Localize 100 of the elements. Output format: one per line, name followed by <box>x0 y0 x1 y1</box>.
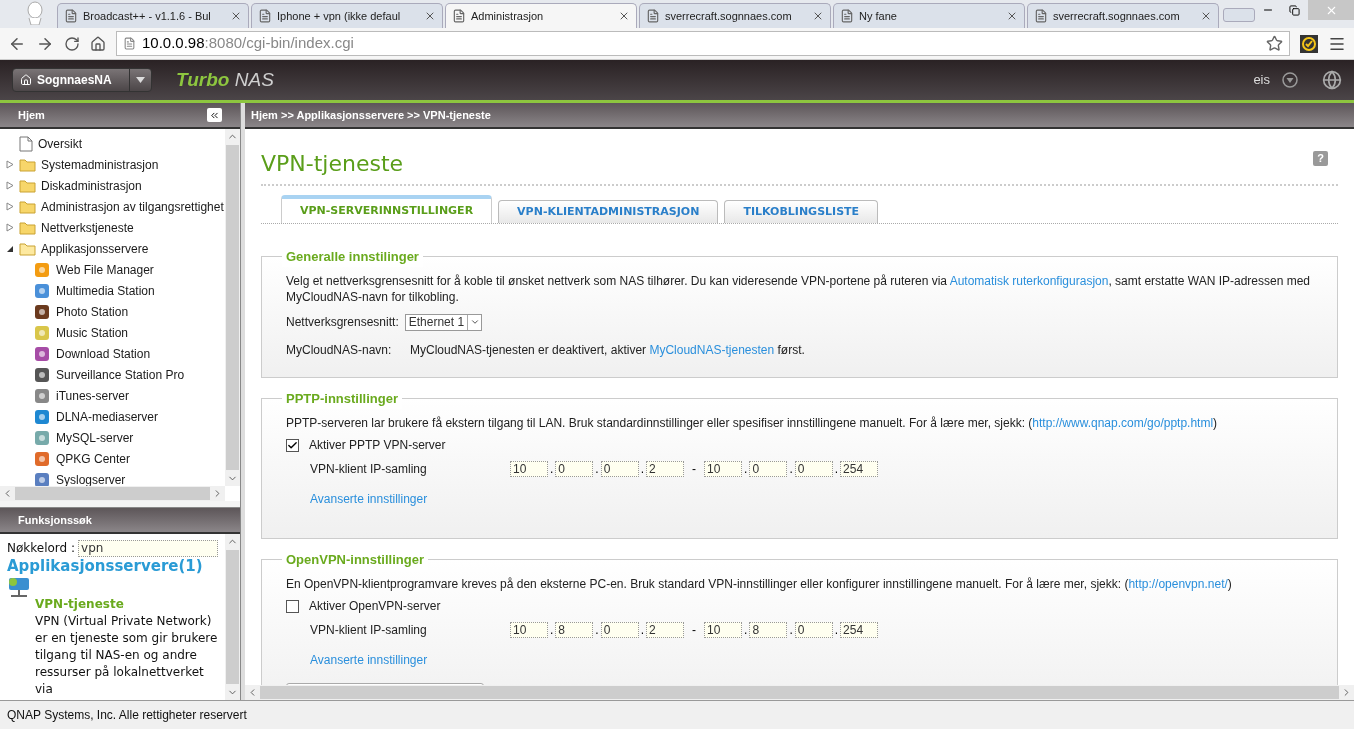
app-icon <box>34 450 50 467</box>
bookmark-star-icon[interactable] <box>1266 35 1283 52</box>
ip-octet-field[interactable]: 254 <box>840 461 879 477</box>
close-icon[interactable] <box>1006 10 1018 22</box>
keyword-field[interactable]: vpn <box>78 539 218 557</box>
app-icon <box>34 429 50 446</box>
dot-separator: . <box>789 622 793 639</box>
reload-icon[interactable] <box>64 35 80 52</box>
page-title: VPN-tjeneste <box>261 150 405 178</box>
restore-icon <box>1289 4 1300 16</box>
tree-item[interactable]: Applikasjonsservere <box>41 239 149 258</box>
close-icon[interactable] <box>230 10 242 22</box>
range-dash: - <box>692 622 697 639</box>
dropdown-circle-icon[interactable] <box>1282 72 1298 88</box>
expanded-arrow-icon[interactable] <box>6 244 14 253</box>
tree-item[interactable]: Oversikt <box>38 134 82 153</box>
app-icon <box>34 261 50 278</box>
browser-tab[interactable]: Broadcast++ - v1.1.6 - Bul <box>57 3 249 28</box>
ip-octet-field[interactable]: 254 <box>840 622 879 638</box>
tree-item[interactable]: Download Station <box>56 344 151 363</box>
app-icon <box>34 387 50 404</box>
browser-tab[interactable]: Ny fane <box>833 3 1025 28</box>
dot-separator: . <box>640 622 645 639</box>
caret-icon <box>136 77 145 83</box>
ip-octet-field[interactable]: 0 <box>794 461 833 477</box>
ip-octet-field[interactable]: 10 <box>704 461 743 477</box>
extension-icon[interactable] <box>1300 34 1318 53</box>
help-link[interactable]: http://www.qnap.com/go/pptp.html <box>1032 416 1214 430</box>
collapsed-arrow-icon[interactable] <box>6 202 14 211</box>
ip-octet-field[interactable]: 0 <box>600 622 639 638</box>
close-icon[interactable] <box>618 10 630 22</box>
browser-tab[interactable]: sverrecraft.sognnaes.com <box>639 3 831 28</box>
dot-separator: . <box>640 461 645 478</box>
ip-octet-field[interactable]: 10 <box>510 461 548 477</box>
checkbox-label: Aktiver OpenVPN-server <box>309 598 441 615</box>
browser-tab[interactable]: Iphone + vpn (ikke defaul <box>251 3 443 28</box>
ip-octet-field[interactable]: 8 <box>749 622 788 638</box>
help-link[interactable]: http://openvpn.net/ <box>1128 577 1228 591</box>
settings-tab[interactable]: TILKOBLINGSLISTE <box>724 200 879 223</box>
page-icon <box>123 37 136 50</box>
page-icon <box>19 135 33 152</box>
tab-title: Ny fane <box>859 8 897 24</box>
close-icon[interactable] <box>424 10 436 22</box>
tree-item[interactable]: Systemadministrasjon <box>41 155 159 174</box>
ip-octet-field[interactable]: 0 <box>555 461 594 477</box>
close-icon[interactable] <box>1200 10 1212 22</box>
browser-tab[interactable]: Administrasjon <box>445 3 637 28</box>
tree-item[interactable]: iTunes-server <box>56 386 129 405</box>
ip-octet-field[interactable]: 0 <box>600 461 639 477</box>
ip-octet-field[interactable]: 10 <box>704 622 743 638</box>
tree-item[interactable]: DLNA-mediaserver <box>56 407 159 426</box>
app-icon <box>34 282 50 299</box>
tree-item[interactable]: Syslogserver <box>56 470 126 486</box>
footer-copyright: QNAP Systems, Inc. Alle rettigheter reservert <box>7 707 247 724</box>
app-icon <box>34 408 50 425</box>
settings-tab[interactable]: VPN-KLIENTADMINISTRASJON <box>498 200 719 223</box>
cloud-status-text: MyCloudNAS-tjenesten er deaktivert, aktiver MyCloudNAS-tjenesten først. <box>410 342 805 359</box>
url-text: 10.0.0.98:8080/cgi-bin/index.cgi <box>142 33 354 54</box>
close-icon[interactable] <box>812 10 824 22</box>
dot-separator: . <box>744 622 748 639</box>
scrollbar[interactable] <box>225 129 240 486</box>
tree-item[interactable]: QPKG Center <box>56 449 131 468</box>
tree-item[interactable]: Multimedia Station <box>56 281 155 300</box>
ip-octet-field[interactable]: 0 <box>794 622 833 638</box>
scrollbar[interactable] <box>0 486 225 501</box>
address-bar[interactable]: 10.0.0.98:8080/cgi-bin/index.cgi <box>116 31 1290 56</box>
dot-separator: . <box>550 622 554 639</box>
scrollbar[interactable] <box>245 685 1354 700</box>
tree-item[interactable]: MySQL-server <box>56 428 134 447</box>
checkbox[interactable] <box>286 438 299 452</box>
caret-icon <box>469 317 480 327</box>
checkbox[interactable] <box>286 599 299 613</box>
collapsed-arrow-icon[interactable] <box>6 223 14 232</box>
tree-item[interactable]: Music Station <box>56 323 129 342</box>
tree-item[interactable]: Administrasjon av tilgangsrettighet <box>41 197 224 216</box>
ip-octet-field[interactable]: 8 <box>555 622 594 638</box>
folder-icon <box>19 241 36 256</box>
collapsed-arrow-icon[interactable] <box>6 160 14 169</box>
device-menu-button[interactable]: SognnaesNA <box>12 68 152 92</box>
tree-item[interactable]: Surveillance Station Pro <box>56 365 185 384</box>
scrollbar[interactable] <box>225 534 240 700</box>
ip-octet-field[interactable]: 10 <box>510 622 548 638</box>
browser-tab[interactable]: sverrecraft.sognnaes.com <box>1027 3 1219 28</box>
dot-separator: . <box>834 461 839 478</box>
folder-icon <box>19 178 36 193</box>
ip-octet-field[interactable]: 2 <box>646 622 685 638</box>
ip-octet-field[interactable]: 2 <box>646 461 685 477</box>
tree-item[interactable]: Photo Station <box>56 302 129 321</box>
tree-item[interactable]: Web File Manager <box>56 260 154 279</box>
ip-octet-field[interactable]: 0 <box>749 461 788 477</box>
language-globe-icon[interactable] <box>1322 70 1342 90</box>
keyword-label: Nøkkelord : <box>7 540 76 557</box>
home-icon[interactable] <box>90 35 106 52</box>
tree-item[interactable]: Diskadministrasjon <box>41 176 142 195</box>
page-icon <box>452 9 466 23</box>
interface-select[interactable]: Ethernet 1 <box>404 313 483 331</box>
app-icon <box>34 366 50 383</box>
tree-item[interactable]: Nettverkstjeneste <box>41 218 134 237</box>
collapsed-arrow-icon[interactable] <box>6 181 14 190</box>
collapse-button[interactable] <box>207 108 222 122</box>
